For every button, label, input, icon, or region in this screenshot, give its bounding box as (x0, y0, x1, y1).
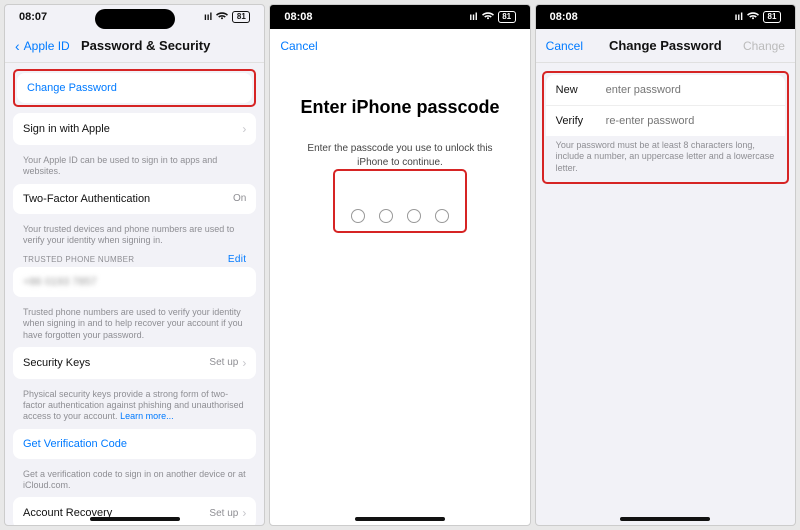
chevron-right-icon: › (242, 356, 246, 370)
trusted-phone-header: TRUSTED PHONE NUMBER (23, 255, 134, 264)
trusted-phone-number: +86 0193 7857 (23, 276, 97, 288)
passcode-subtitle: Enter the passcode you use to unlock thi… (278, 142, 521, 169)
page-title: Password & Security (81, 38, 210, 53)
trusted-phone-footer: Trusted phone numbers are used to verify… (13, 303, 256, 347)
change-button[interactable]: Change (743, 39, 785, 53)
nav-bar: Cancel Change Password Change (536, 29, 795, 63)
change-password-highlight: New Verify Your password must be at leas… (542, 71, 789, 184)
status-time: 08:07 (19, 11, 47, 23)
home-indicator[interactable] (355, 517, 445, 521)
trusted-phone-row[interactable]: +86 0193 7857 (13, 267, 256, 297)
signal-icon: ııl (469, 12, 477, 23)
settings-list[interactable]: Change Password Sign in with Apple › You… (5, 63, 264, 525)
two-factor-row[interactable]: Two-Factor Authentication On (13, 184, 256, 214)
back-button[interactable]: ‹ Apple ID (15, 39, 75, 53)
home-indicator[interactable] (620, 517, 710, 521)
security-keys-detail: Set up (209, 357, 238, 368)
sign-in-apple-label: Sign in with Apple (23, 123, 110, 135)
screen-password-security: 08:07 ııl 81 ‹ Apple ID Password & Secur… (4, 4, 265, 526)
password-hint: Your password must be at least 8 charact… (546, 136, 785, 180)
status-bar: 08:08 ııl 81 (536, 5, 795, 29)
wifi-icon (216, 11, 228, 23)
passcode-dots-highlight (333, 169, 467, 233)
chevron-left-icon: ‹ (15, 39, 20, 53)
cancel-button[interactable]: Cancel (546, 39, 583, 53)
security-keys-row[interactable]: Security Keys Set up › (13, 347, 256, 379)
edit-button[interactable]: Edit (228, 254, 246, 265)
nav-bar: ‹ Apple ID Password & Security (5, 29, 264, 63)
wifi-icon (747, 11, 759, 23)
battery-icon: 81 (232, 11, 250, 23)
nav-bar: Cancel (270, 29, 529, 63)
verification-code-label: Get Verification Code (23, 438, 127, 450)
status-bar: 08:07 ııl 81 (5, 5, 264, 29)
back-label: Apple ID (24, 39, 70, 53)
verification-code-row[interactable]: Get Verification Code (13, 429, 256, 459)
wifi-icon (482, 11, 494, 23)
page-title: Change Password (606, 38, 725, 53)
sign-in-apple-footer: Your Apple ID can be used to sign in to … (13, 151, 256, 184)
new-password-label: New (556, 84, 606, 96)
change-password-row[interactable]: Change Password (17, 73, 252, 103)
sign-in-apple-row[interactable]: Sign in with Apple › (13, 113, 256, 145)
two-factor-value: On (233, 193, 246, 204)
account-recovery-detail: Set up (209, 508, 238, 519)
two-factor-label: Two-Factor Authentication (23, 193, 150, 205)
new-password-input[interactable] (606, 84, 775, 96)
chevron-right-icon: › (242, 506, 246, 520)
passcode-dots[interactable] (335, 201, 465, 231)
change-password-label: Change Password (27, 82, 117, 94)
passcode-title: Enter iPhone passcode (278, 97, 521, 118)
passcode-dot (407, 209, 421, 223)
status-bar: 08:08 ııl 81 (270, 5, 529, 29)
notch (95, 9, 175, 29)
cancel-button[interactable]: Cancel (280, 39, 317, 53)
security-keys-label: Security Keys (23, 357, 90, 369)
status-time: 08:08 (284, 11, 312, 23)
change-password-highlight: Change Password (13, 69, 256, 107)
screen-enter-passcode: 08:08 ııl 81 Cancel Enter iPhone passcod… (269, 4, 530, 526)
signal-icon: ııl (735, 12, 743, 23)
chevron-right-icon: › (242, 122, 246, 136)
new-password-row[interactable]: New (546, 75, 785, 105)
battery-icon: 81 (763, 11, 781, 23)
passcode-dot (351, 209, 365, 223)
verification-code-footer: Get a verification code to sign in on an… (13, 465, 256, 498)
passcode-content: Enter iPhone passcode Enter the passcode… (270, 63, 529, 525)
battery-icon: 81 (498, 11, 516, 23)
security-keys-footer: Physical security keys provide a strong … (13, 385, 256, 429)
verify-password-label: Verify (556, 115, 606, 127)
signal-icon: ııl (204, 12, 212, 23)
passcode-dot (435, 209, 449, 223)
verify-password-row[interactable]: Verify (546, 105, 785, 136)
two-factor-footer: Your trusted devices and phone numbers a… (13, 220, 256, 253)
learn-more-link[interactable]: Learn more... (120, 411, 174, 421)
passcode-dot (379, 209, 393, 223)
screen-change-password: 08:08 ııl 81 Cancel Change Password Chan… (535, 4, 796, 526)
status-time: 08:08 (550, 11, 578, 23)
verify-password-input[interactable] (606, 115, 775, 127)
home-indicator[interactable] (90, 517, 180, 521)
